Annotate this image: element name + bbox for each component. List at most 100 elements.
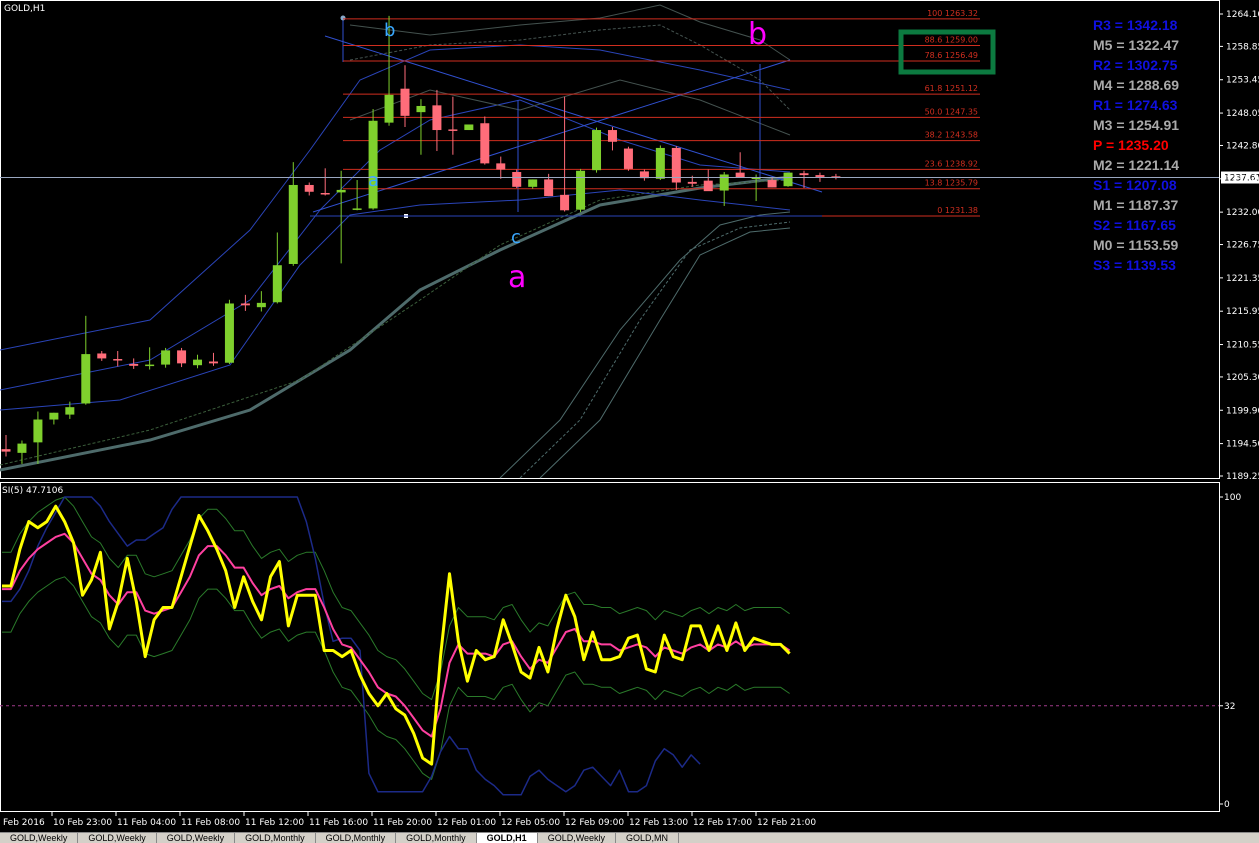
price-tick-label: 1215.95 [1226, 307, 1259, 317]
oscillator-tick-label: 32 [1224, 702, 1235, 712]
oscillator-tick-label: 100 [1224, 493, 1241, 503]
time-tick-label: 12 Feb 05:00 [501, 818, 560, 828]
pivot-level-label: M0 = 1153.59 [1093, 237, 1178, 253]
time-tick-label: 11 Feb 04:00 [117, 818, 176, 828]
candle-body [161, 350, 171, 365]
time-tick-label: Feb 2016 [3, 818, 45, 828]
time-tick-label: 11 Feb 08:00 [181, 818, 240, 828]
candle-body [1, 449, 11, 452]
pivot-level-label: M3 = 1254.91 [1093, 117, 1179, 133]
candle-body [400, 88, 410, 116]
price-tick-label: 1189.25 [1226, 472, 1259, 482]
candle-body [448, 129, 458, 131]
pivot-level-label: R3 = 1342.18 [1093, 17, 1178, 33]
price-tick-label: 1264.10 [1226, 10, 1259, 20]
candle [592, 127, 602, 173]
candle-body [81, 354, 91, 404]
swing-high-marker [340, 15, 346, 21]
time-tick-label: 12 Feb 01:00 [437, 818, 496, 828]
time-tick-label: 12 Feb 17:00 [693, 818, 752, 828]
candle-body [145, 364, 155, 367]
candle-body [33, 419, 43, 443]
price-tick-label: 1210.55 [1226, 341, 1259, 351]
candle-body [129, 363, 139, 366]
pivot-level-label: M5 = 1322.47 [1093, 37, 1179, 53]
symbol-title: GOLD,H1 [4, 4, 45, 14]
fib-level-label: 78.6 1256.49 [925, 51, 978, 60]
price-tick-label: 1237.40 [1226, 175, 1259, 185]
candle-body [336, 189, 346, 193]
candle-body [384, 94, 394, 123]
pivot-level-label: S2 = 1167.65 [1093, 217, 1176, 233]
time-tick-label: 10 Feb 23:00 [53, 818, 112, 828]
oscillator-title: SI(5) 47.7106 [2, 486, 63, 496]
candle-body [416, 105, 426, 113]
pivot-level-label: M4 = 1288.69 [1093, 77, 1179, 93]
price-tick-label: 1242.80 [1226, 141, 1259, 151]
candle-body [177, 350, 187, 364]
candle-body [352, 208, 362, 210]
candle [480, 116, 490, 165]
time-tick-label: 12 Feb 21:00 [757, 818, 816, 828]
price-tick-label: 1194.50 [1226, 440, 1259, 450]
price-tick-label: 1226.75 [1226, 241, 1259, 251]
candle-body [687, 181, 697, 184]
time-tick-label: 11 Feb 12:00 [245, 818, 304, 828]
chart-canvas[interactable]: GOLD,H1 SI(5) 47.7106 100 1263.32 88.6 12… [0, 0, 1259, 842]
fib-level-label: 0 1231.38 [937, 206, 978, 215]
candle [623, 146, 633, 171]
candle-body [304, 184, 314, 192]
candle-body [480, 123, 490, 164]
candle [224, 299, 234, 364]
candle-body [97, 353, 107, 359]
price-tick-label: 1205.30 [1226, 373, 1259, 383]
candle-body [703, 180, 713, 192]
candle-body [655, 147, 665, 179]
fib-level-label: 13.8 1235.79 [925, 179, 978, 188]
candle-body [240, 303, 250, 306]
price-tick-label: 1232.00 [1226, 208, 1259, 218]
pivot-level-label: S3 = 1139.53 [1093, 257, 1176, 273]
pivot-level-label: R1 = 1274.63 [1093, 97, 1178, 113]
fib-level-label: 50.0 1247.35 [925, 107, 978, 116]
wave-label: b [748, 17, 767, 52]
candle-body [767, 180, 777, 188]
candle-body [544, 179, 554, 197]
candle [576, 168, 586, 213]
price-tick-label: 1221.35 [1226, 274, 1259, 284]
candle-body [65, 407, 75, 415]
candle-body [607, 130, 617, 142]
fib-level-label: 100 1263.32 [927, 9, 978, 18]
chart-background [0, 0, 1259, 842]
chart-tab-bar: GOLD,Weekly GOLD,Weekly GOLD,Weekly GOLD,Mo… [0, 832, 1259, 843]
candle-body [799, 173, 809, 176]
candle-body [432, 105, 442, 131]
candle [512, 169, 522, 189]
fib-level-label: 38.2 1243.58 [925, 131, 978, 140]
candle-body [576, 170, 586, 210]
candle-body [208, 361, 218, 364]
candle-body [224, 303, 234, 363]
price-tick-label: 1253.45 [1226, 76, 1259, 86]
candle-body [320, 192, 330, 195]
candle-body [193, 359, 203, 366]
candle-body [719, 174, 729, 191]
candle-body [560, 194, 570, 211]
candle-body [464, 124, 474, 131]
candle-body [288, 184, 298, 264]
candle [783, 172, 793, 187]
wave-label: b [384, 20, 395, 41]
candle-body [496, 163, 506, 170]
time-tick-label: 12 Feb 09:00 [565, 818, 624, 828]
candle-body [256, 302, 266, 308]
wave-label: a [368, 170, 379, 191]
price-tick-label: 1248.05 [1226, 109, 1259, 119]
oscillator-tick-label: 0 [1224, 800, 1230, 810]
pivot-level-label: M2 = 1221.14 [1093, 157, 1179, 173]
candle [464, 124, 474, 131]
candle-body [783, 172, 793, 187]
candle [655, 145, 665, 181]
candle-body [49, 412, 59, 420]
fib-level-label: 23.6 1238.92 [925, 159, 978, 168]
candle-body [592, 130, 602, 171]
